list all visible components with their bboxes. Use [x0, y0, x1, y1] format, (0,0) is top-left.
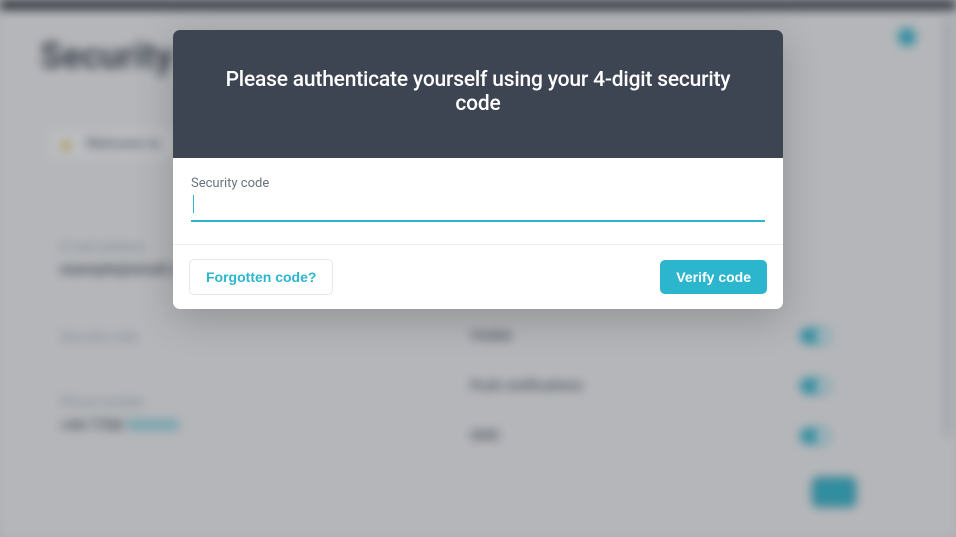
security-code-label: Security code [191, 176, 765, 191]
modal-title: Please authenticate yourself using your … [201, 68, 755, 116]
modal-overlay: Please authenticate yourself using your … [0, 0, 956, 537]
verify-code-button[interactable]: Verify code [660, 260, 767, 294]
modal-body: Security code [173, 158, 783, 244]
security-code-input[interactable] [191, 193, 765, 222]
modal-footer: Forgotten code? Verify code [173, 244, 783, 309]
auth-modal: Please authenticate yourself using your … [173, 30, 783, 309]
forgotten-code-button[interactable]: Forgotten code? [189, 259, 333, 295]
modal-header: Please authenticate yourself using your … [173, 30, 783, 158]
security-code-field-wrap [191, 193, 765, 222]
